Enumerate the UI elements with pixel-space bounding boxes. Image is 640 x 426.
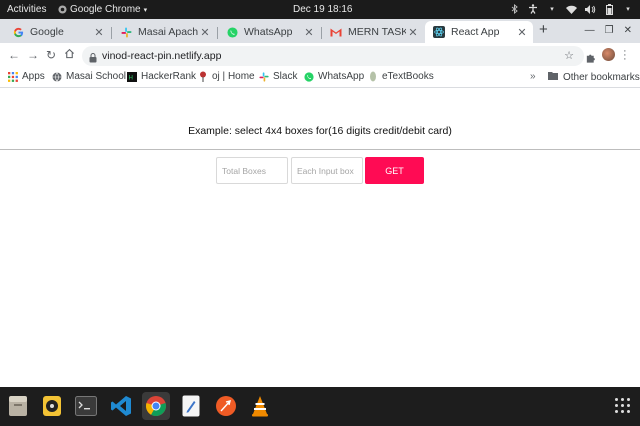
chevron-down-icon: ▾ [143, 6, 148, 14]
bookmarks-bar: Apps Masai School H HackerRank oj | Home… [0, 68, 640, 88]
chrome-small-icon [58, 5, 67, 14]
close-window-icon[interactable]: ✕ [624, 25, 632, 36]
more-bookmarks-button[interactable]: » [530, 71, 536, 82]
svg-text:H: H [129, 74, 134, 81]
tab-react-app[interactable]: React App ✕ [425, 21, 533, 43]
rhythmbox-app-icon[interactable] [39, 393, 65, 419]
pin-icon [198, 71, 208, 82]
new-tab-button[interactable]: + [539, 21, 548, 38]
tab-title: Masai Apache | SI [138, 26, 198, 38]
other-bookmarks[interactable]: Other bookmarks [548, 71, 640, 83]
book-icon [368, 71, 378, 82]
extensions-puzzle-icon[interactable] [585, 51, 596, 69]
activities-button[interactable]: Activities [7, 4, 46, 15]
each-input-box-input[interactable] [291, 157, 363, 184]
terminal-app-icon[interactable] [73, 393, 99, 419]
bookmark-star-icon[interactable]: ☆ [564, 49, 574, 62]
hackerrank-icon: H [127, 71, 137, 82]
web-page: Example: select 4x4 boxes for(16 digits … [0, 89, 640, 387]
tab-title: MERN TASK MAS [348, 26, 406, 38]
bookmark-label: Apps [22, 71, 45, 82]
bookmark-etextbooks[interactable]: eTextBooks [368, 71, 434, 82]
tab-title: React App [451, 26, 500, 38]
clock[interactable]: Dec 19 18:16 [293, 4, 353, 15]
bookmark-label: Slack [273, 71, 298, 82]
vscode-app-icon[interactable] [108, 393, 134, 419]
chevron-down-icon[interactable]: ▾ [546, 3, 558, 15]
tab-masai-apache[interactable]: Masai Apache | SI ✕ [112, 21, 216, 43]
bookmark-oj-home[interactable]: oj | Home [198, 71, 255, 82]
gmail-icon [330, 26, 342, 38]
vlc-app-icon[interactable] [247, 393, 273, 419]
slack-icon [259, 71, 269, 82]
bookmark-slack[interactable]: Slack [259, 71, 297, 82]
bookmark-label: WhatsApp [318, 71, 365, 82]
bookmark-whatsapp[interactable]: WhatsApp [304, 71, 364, 82]
url-text: vinod-react-pin.netlify.app [102, 50, 222, 62]
apps-grid-icon [8, 71, 18, 82]
other-bookmarks-label: Other bookmarks [563, 71, 640, 83]
folder-icon [548, 71, 558, 83]
window-controls: — ❐ ✕ [585, 25, 632, 36]
globe-icon [52, 71, 62, 82]
tab-mern-task[interactable]: MERN TASK MAS ✕ [322, 21, 424, 43]
bookmark-label: eTextBooks [382, 71, 434, 82]
react-icon [433, 26, 445, 38]
get-button[interactable]: GET [365, 157, 424, 184]
app-menu-label: Google Chrome [70, 4, 141, 15]
whatsapp-icon [304, 71, 314, 82]
bookmark-label: Masai School [66, 71, 127, 82]
system-tray[interactable]: ▾ ▾ [508, 3, 634, 15]
text-editor-app-icon[interactable] [178, 393, 204, 419]
lock-icon[interactable] [89, 50, 97, 68]
bluetooth-icon[interactable] [508, 3, 520, 15]
bookmark-apps[interactable]: Apps [8, 71, 45, 82]
chevron-down-icon[interactable]: ▾ [622, 3, 634, 15]
app-menu[interactable]: Google Chrome ▾ [58, 4, 147, 15]
tab-title: Google [30, 26, 64, 38]
total-boxes-input[interactable] [216, 157, 288, 184]
maximize-icon[interactable]: ❐ [605, 25, 614, 36]
chrome-menu-icon[interactable]: · · · [623, 46, 627, 65]
whatsapp-icon [226, 26, 238, 38]
accessibility-icon[interactable] [527, 3, 539, 15]
bookmark-label: HackerRank [141, 71, 197, 82]
postman-app-icon[interactable] [213, 393, 239, 419]
wifi-icon[interactable] [565, 3, 577, 15]
tab-title: WhatsApp [244, 26, 293, 38]
show-applications-icon[interactable] [615, 398, 630, 413]
navigation-bar: ← → ↻ vinod-react-pin.netlify.app ☆ · · · [0, 43, 640, 68]
close-tab-icon[interactable]: ✕ [302, 26, 316, 39]
close-tab-icon[interactable]: ✕ [406, 26, 420, 39]
volume-icon[interactable] [584, 3, 596, 15]
chrome-app-icon[interactable] [142, 392, 170, 420]
example-instruction: Example: select 4x4 boxes for(16 digits … [188, 125, 452, 137]
reload-button[interactable]: ↻ [46, 48, 56, 62]
files-app-icon[interactable] [5, 393, 31, 419]
bookmark-masai-school[interactable]: Masai School [52, 71, 126, 82]
close-tab-icon[interactable]: ✕ [515, 26, 529, 39]
profile-avatar[interactable] [602, 48, 615, 61]
battery-icon[interactable] [603, 3, 615, 15]
minimize-icon[interactable]: — [585, 25, 595, 36]
google-icon [12, 26, 24, 38]
system-top-bar: Activities Google Chrome ▾ Dec 19 18:16 … [0, 0, 640, 19]
home-button[interactable] [64, 48, 75, 62]
address-bar[interactable]: vinod-react-pin.netlify.app ☆ [82, 46, 584, 66]
close-tab-icon[interactable]: ✕ [92, 26, 106, 39]
divider-line [0, 149, 640, 150]
bookmark-hackerrank[interactable]: H HackerRank [127, 71, 196, 82]
forward-button[interactable]: → [27, 48, 39, 62]
back-button[interactable]: ← [8, 48, 20, 62]
slack-icon [120, 26, 132, 38]
bookmark-label: oj | Home [212, 71, 255, 82]
close-tab-icon[interactable]: ✕ [198, 26, 212, 39]
tab-whatsapp[interactable]: WhatsApp ✕ [218, 21, 320, 43]
tab-google[interactable]: Google ✕ [4, 21, 110, 43]
dock [0, 387, 640, 426]
tab-strip: Google ✕ Masai Apache | SI ✕ WhatsApp ✕ … [0, 19, 640, 43]
